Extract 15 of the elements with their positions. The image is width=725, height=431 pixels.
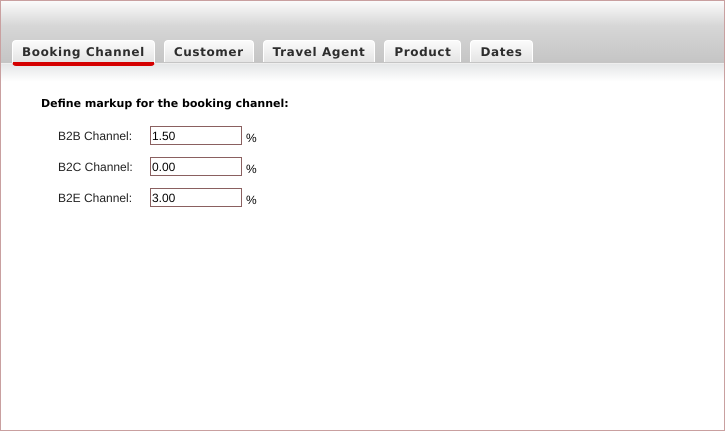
tab[interactable]: Booking Channel	[12, 40, 155, 66]
field-label: B2E Channel:	[58, 190, 134, 204]
tab[interactable]: Customer	[164, 40, 254, 62]
input-field[interactable]: 3.00	[150, 188, 242, 207]
tab[interactable]: Travel Agent	[262, 40, 376, 62]
section-heading: Define markup for the booking channel:	[41, 97, 290, 110]
unit-label: %	[246, 192, 257, 206]
unit-label: %	[246, 162, 257, 176]
tab[interactable]: Product	[384, 40, 462, 62]
input-field[interactable]: 1.50	[150, 126, 242, 145]
field-label: B2B Channel:	[58, 128, 134, 142]
field-label: B2C Channel:	[58, 160, 134, 174]
input-field[interactable]: 0.00	[150, 157, 242, 176]
unit-label: %	[246, 130, 257, 144]
tab[interactable]: Dates	[470, 40, 533, 62]
